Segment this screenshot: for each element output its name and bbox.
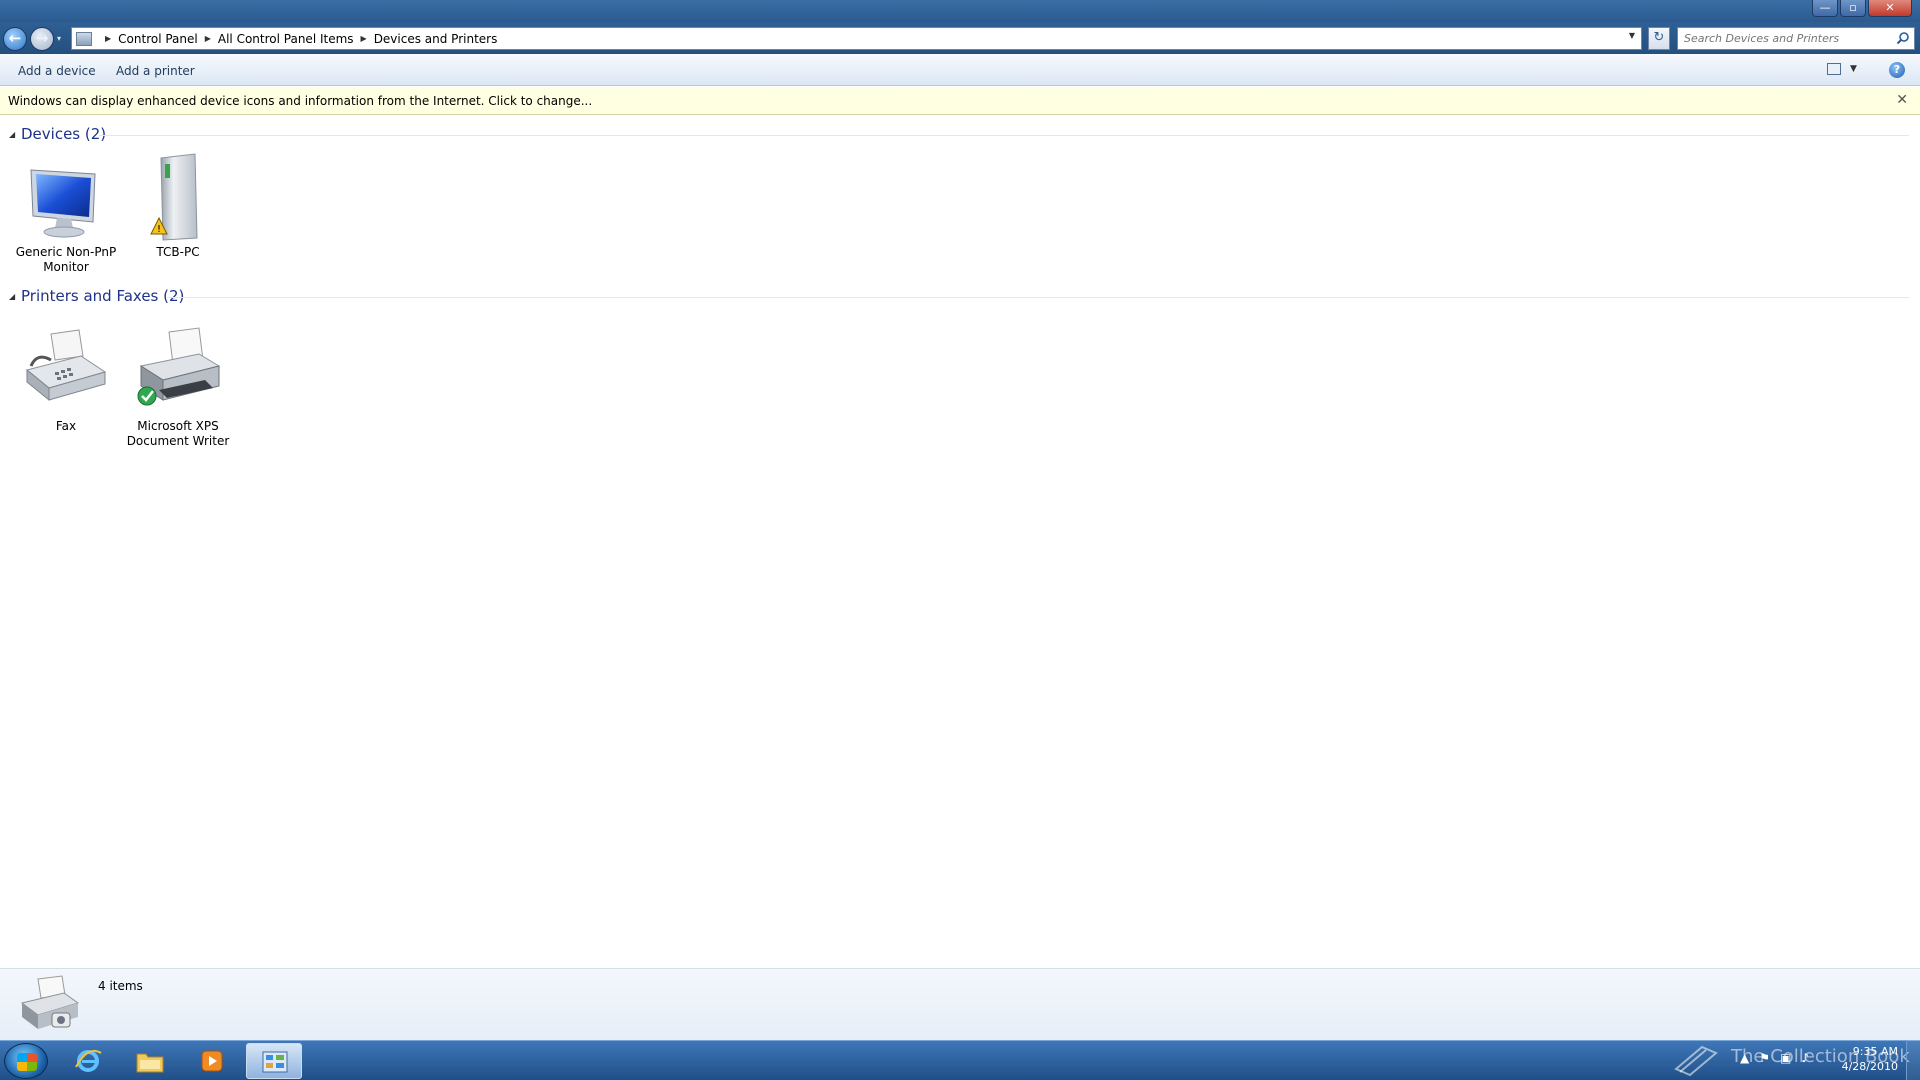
close-button[interactable]: ✕ [1868, 0, 1912, 17]
breadcrumb-devices-and-printers[interactable]: Devices and Printers [374, 32, 498, 46]
devices-and-printers-icon [20, 975, 80, 1029]
item-count: 4 items [98, 979, 143, 993]
taskbar [0, 1040, 1920, 1080]
action-center-flag-icon[interactable]: ⚑ [1759, 1051, 1770, 1065]
info-bar[interactable]: Windows can display enhanced device icon… [0, 87, 1920, 115]
show-desktop-button[interactable] [1906, 1040, 1920, 1080]
breadcrumb-all-control-panel-items[interactable]: All Control Panel Items [218, 32, 354, 46]
control-panel-icon [262, 1051, 288, 1073]
view-options-dropdown-icon[interactable]: ▼ [1850, 64, 1857, 74]
recent-pages-dropdown[interactable]: ▾ [57, 34, 61, 43]
search-icon[interactable] [1896, 31, 1910, 45]
control-panel-icon [76, 31, 92, 46]
search-box[interactable] [1677, 27, 1915, 50]
forward-button[interactable]: → [30, 27, 54, 51]
command-bar: Add a device Add a printer ▼ ? [0, 54, 1920, 86]
add-printer-button[interactable]: Add a printer [116, 64, 195, 78]
book-watermark-icon [1674, 1045, 1718, 1077]
window-controls: — ▫ ✕ [1812, 0, 1912, 17]
info-bar-close-icon[interactable]: ✕ [1896, 92, 1908, 108]
svg-text:!: ! [157, 224, 161, 235]
title-bar: — ▫ ✕ [0, 0, 1920, 22]
collapse-triangle-icon[interactable]: ◢ [9, 292, 15, 301]
network-icon[interactable]: ▣ [1780, 1051, 1791, 1065]
back-button[interactable]: ← [3, 27, 27, 51]
help-button[interactable]: ? [1889, 62, 1905, 78]
clock-time: 9:35 AM [1852, 1045, 1898, 1058]
group-header-printers-and-faxes[interactable]: ◢ Printers and Faxes (2) [9, 287, 1909, 307]
device-item-xps-writer[interactable]: Microsoft XPS Document Writer [122, 326, 234, 449]
computer-tower-icon: ! [150, 153, 198, 241]
start-button[interactable] [4, 1043, 48, 1079]
volume-icon[interactable]: ♪ [1801, 1051, 1809, 1065]
chevron-right-icon[interactable]: ▶ [105, 34, 111, 43]
fax-icon [25, 329, 107, 402]
details-pane: 4 items [0, 968, 1920, 1040]
maximize-button[interactable]: ▫ [1840, 0, 1866, 17]
group-divider [167, 297, 1909, 298]
device-item-fax[interactable]: Fax [10, 326, 122, 434]
notification-area[interactable]: ▲ ⚑ ▣ ♪ [1740, 1051, 1809, 1065]
group-title[interactable]: Printers and Faxes (2) [21, 287, 184, 305]
device-label[interactable]: Microsoft XPS Document Writer [122, 419, 234, 449]
show-hidden-icons-icon[interactable]: ▲ [1740, 1051, 1749, 1065]
info-bar-message[interactable]: Windows can display enhanced device icon… [8, 94, 592, 108]
collapse-triangle-icon[interactable]: ◢ [9, 130, 15, 139]
system-clock[interactable]: 9:35 AM 4/28/2010 [1838, 1044, 1898, 1074]
minimize-button[interactable]: — [1812, 0, 1838, 17]
windows-logo-icon [17, 1053, 37, 1071]
device-label[interactable]: Fax [10, 419, 122, 434]
taskbar-internet-explorer[interactable] [60, 1043, 116, 1079]
group-header-devices[interactable]: ◢ Devices (2) [9, 125, 1909, 145]
navigation-bar: ← → ▾ ▶ Control Panel ▶ All Control Pane… [0, 22, 1920, 54]
group-title[interactable]: Devices (2) [21, 125, 106, 143]
refresh-button[interactable]: ↻ [1648, 27, 1670, 50]
address-dropdown-icon[interactable]: ▼ [1629, 31, 1635, 40]
internet-explorer-icon [75, 1049, 102, 1072]
device-label[interactable]: TCB-PC [122, 245, 234, 260]
search-input[interactable] [1684, 28, 1894, 49]
breadcrumb-control-panel[interactable]: Control Panel [118, 32, 198, 46]
taskbar-media-player[interactable] [184, 1043, 240, 1079]
windows-explorer-icon [136, 1053, 164, 1073]
device-item-computer[interactable]: ! TCB-PC [122, 152, 234, 260]
clock-date: 4/28/2010 [1841, 1060, 1898, 1073]
media-player-icon [201, 1050, 223, 1072]
chevron-right-icon[interactable]: ▶ [205, 34, 211, 43]
add-device-button[interactable]: Add a device [18, 64, 96, 78]
printer-icon [137, 327, 221, 406]
address-bar[interactable]: ▶ Control Panel ▶ All Control Panel Item… [71, 27, 1642, 50]
change-view-icon[interactable] [1827, 63, 1841, 75]
device-item-monitor[interactable]: Generic Non-PnP Monitor [10, 152, 122, 275]
group-divider [99, 135, 1909, 136]
monitor-icon [30, 169, 96, 238]
device-label[interactable]: Generic Non-PnP Monitor [10, 245, 122, 275]
chevron-right-icon[interactable]: ▶ [361, 34, 367, 43]
taskbar-windows-explorer[interactable] [122, 1043, 178, 1079]
taskbar-control-panel[interactable] [246, 1043, 302, 1079]
